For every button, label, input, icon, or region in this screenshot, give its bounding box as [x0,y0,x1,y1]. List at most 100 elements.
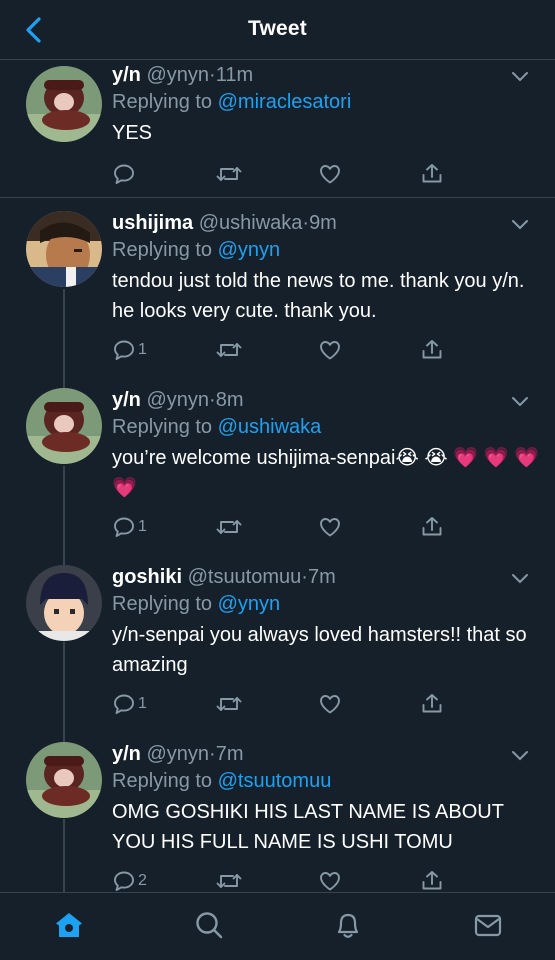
separator-dot: · [209,389,216,411]
share-icon [422,694,442,713]
share-button[interactable] [420,336,444,364]
retweet-button[interactable] [216,867,242,892]
share-icon [422,340,442,359]
top-bar: Tweet [0,0,555,60]
retweet-button[interactable] [216,336,242,364]
tweet[interactable]: ushijima @ushiwaka·9m Replying to @ynyn … [0,198,555,375]
reply-count: 2 [138,872,147,889]
reply-button[interactable] [112,160,138,188]
tweet-text: OMG GOSHIKI HIS LAST NAME IS ABOUT YOU H… [112,801,504,853]
tweet-actions: 1 [112,336,442,364]
share-button[interactable] [420,160,444,188]
display-name[interactable]: y/n [112,64,141,86]
notifications-icon [337,913,359,938]
replying-label: Replying to [112,770,213,792]
user-handle[interactable]: @tsuutomuu [188,566,302,588]
tab-notifications[interactable] [330,907,366,943]
replying-to-handle[interactable]: @ynyn [218,239,281,261]
like-button[interactable] [318,690,342,718]
retweet-icon [216,167,242,181]
replying-to-handle[interactable]: @ynyn [218,593,281,615]
tweet-actions: 1 [112,690,442,718]
like-button[interactable] [318,867,342,892]
avatar[interactable] [26,388,102,464]
like-button[interactable] [318,513,342,541]
display-name[interactable]: y/n [112,743,141,765]
reply-count: 1 [138,341,147,358]
reply-count: 1 [138,695,147,712]
share-button[interactable] [420,690,444,718]
tweet-text: YES [112,122,153,144]
replying-to: Replying to @miraclesatori [112,88,541,116]
heart-icon [320,341,340,360]
display-name[interactable]: y/n [112,389,141,411]
replying-label: Replying to [112,239,213,261]
replying-label: Replying to [112,91,213,113]
tab-search[interactable] [191,907,227,943]
tweet-time: 9m [309,212,337,234]
more-chevron-down-icon[interactable] [511,395,529,407]
avatar[interactable] [26,565,102,641]
share-icon [422,517,442,536]
display-name[interactable]: ushijima [112,212,193,234]
heart-icon [320,695,340,714]
reply-icon [114,871,134,891]
reply-button[interactable]: 1 [112,336,147,364]
separator-dot: · [301,566,308,588]
more-chevron-down-icon[interactable] [511,70,529,82]
user-handle[interactable]: @ynyn [146,64,209,86]
tweet-header: y/n @ynyn·11m [112,62,541,88]
retweet-icon [216,697,242,711]
avatar[interactable] [26,742,102,818]
replying-to-handle[interactable]: @miraclesatori [218,91,352,113]
tweet-actions: 2 [112,867,442,892]
tweet-feed[interactable]: y/n @ynyn·11m Replying to @miraclesatori… [0,60,555,892]
avatar[interactable] [26,66,102,142]
tweet-time: 7m [215,743,244,765]
share-icon [422,164,442,183]
more-chevron-down-icon[interactable] [511,749,529,761]
replying-label: Replying to [112,416,213,438]
tweet[interactable]: y/n @ynyn·11m Replying to @miraclesatori… [0,60,555,198]
retweet-button[interactable] [216,160,242,188]
display-name[interactable]: goshiki [112,566,182,588]
reply-count: 1 [138,518,147,535]
user-handle[interactable]: @ynyn [146,743,209,765]
replying-to-handle[interactable]: @ushiwaka [218,416,322,438]
tweet-time: 8m [215,389,244,411]
replying-to-handle[interactable]: @tsuutomuu [218,770,332,792]
reply-button[interactable]: 1 [112,690,147,718]
reply-icon [114,694,134,714]
reply-button[interactable]: 2 [112,867,147,892]
share-icon [422,871,442,890]
share-button[interactable] [420,513,444,541]
more-chevron-down-icon[interactable] [511,218,529,230]
tweet-time: 7m [307,566,336,588]
tweet-time: 11m [215,64,254,86]
tweet[interactable]: y/n @ynyn·7m Replying to @tsuutomuu OMG … [0,729,555,892]
tab-messages[interactable] [470,907,506,943]
reply-icon [114,517,134,537]
more-chevron-down-icon[interactable] [511,572,529,584]
like-button[interactable] [318,160,342,188]
share-button[interactable] [420,867,444,892]
retweet-icon [216,874,242,888]
user-handle[interactable]: @ynyn [146,389,209,411]
retweet-button[interactable] [216,690,242,718]
replying-to: Replying to @tsuutomuu [112,767,541,795]
tweet[interactable]: y/n @ynyn·8m Replying to @ushiwaka you’r… [0,375,555,552]
reply-button[interactable]: 1 [112,513,147,541]
user-handle[interactable]: @ushiwaka [199,212,303,234]
page-title: Tweet [248,17,307,40]
retweet-button[interactable] [216,513,242,541]
replying-to: Replying to @ushiwaka [112,413,541,441]
home-icon [56,913,82,937]
tab-home[interactable] [51,907,87,943]
replying-to: Replying to @ynyn [112,236,541,264]
tweet-header: ushijima @ushiwaka·9m [112,210,541,236]
avatar[interactable] [26,211,102,287]
bottom-tab-bar [0,892,555,960]
tweet-header: y/n @ynyn·8m [112,387,541,413]
like-button[interactable] [318,336,342,364]
tweet[interactable]: goshiki @tsuutomuu·7m Replying to @ynyn … [0,552,555,729]
